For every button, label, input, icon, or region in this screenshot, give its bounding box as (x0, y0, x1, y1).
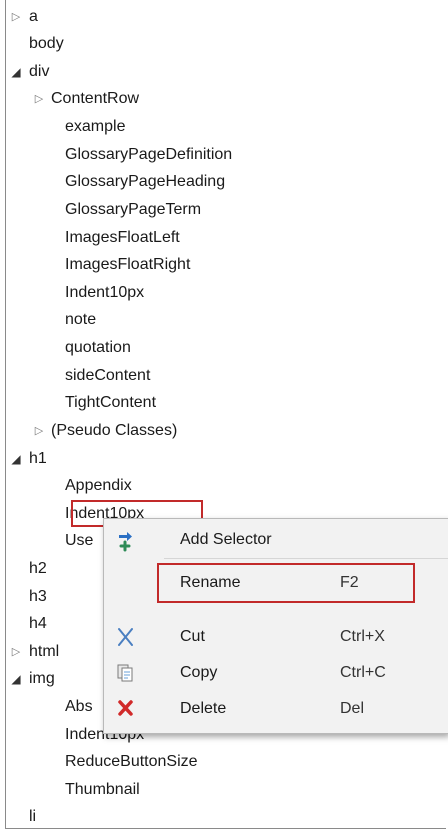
menu-item-shortcut: Del (340, 700, 365, 717)
tree-item-label: h1 (29, 450, 47, 467)
add-selector-icon (114, 522, 138, 558)
tree-item-label: ImagesFloatLeft (65, 229, 180, 246)
tree-item-label: ContentRow (51, 90, 140, 107)
tree-item-label: TightContent (65, 394, 157, 411)
cut-icon (114, 619, 138, 655)
menu-item-shortcut: Ctrl+C (340, 664, 386, 681)
menu-item-label: Copy (180, 664, 218, 681)
delete-icon (114, 691, 138, 727)
expand-arrow-icon[interactable]: ▷ (10, 5, 22, 29)
rename-highlight (157, 563, 415, 603)
expand-arrow-icon[interactable]: ▷ (10, 640, 22, 664)
collapse-arrow-icon[interactable]: ◢ (10, 60, 22, 84)
tree-item-label: quotation (65, 339, 131, 356)
collapse-arrow-icon[interactable]: ◢ (10, 667, 22, 691)
tree-item-label: sideContent (65, 367, 151, 384)
tree-item-label: img (29, 670, 55, 687)
tree-item-label: h2 (29, 560, 47, 577)
tree-item-label: h4 (29, 615, 47, 632)
menu-item-cut[interactable]: Cut Ctrl+X (104, 619, 448, 655)
collapse-arrow-icon[interactable]: ◢ (10, 447, 22, 471)
menu-item-label: Cut (180, 628, 205, 645)
tree-item-label: GlossaryPageDefinition (65, 146, 233, 163)
tree-item-label: Use (65, 532, 94, 549)
tree-item-label: html (29, 643, 60, 660)
tree-item-label: li (29, 808, 37, 825)
menu-item-shortcut: Ctrl+X (340, 628, 385, 645)
tree-item-label: ReduceButtonSize (65, 753, 198, 770)
tree-item-label: ImagesFloatRight (65, 256, 191, 273)
menu-item-label: Delete (180, 700, 227, 717)
tree-item-label: a (29, 8, 38, 25)
menu-item-delete[interactable]: Delete Del (104, 691, 448, 727)
context-menu: Add Selector Rename F2 Cut Ctrl+X Copy C… (103, 518, 448, 734)
tree-item-label: Thumbnail (65, 781, 140, 798)
expand-arrow-icon[interactable]: ▷ (33, 87, 45, 111)
menu-item-label: Add Selector (180, 531, 272, 548)
tree-item-label: GlossaryPageHeading (65, 173, 226, 190)
tree-item-label: example (65, 118, 126, 135)
tree-item-label: note (65, 311, 97, 328)
tree-item-label: Abs (65, 698, 93, 715)
tree-item-label: Indent10px (65, 284, 145, 301)
tree-item-label: body (29, 35, 64, 52)
menu-item-add-selector[interactable]: Add Selector (104, 522, 448, 558)
tree-item-label: h3 (29, 588, 47, 605)
tree-item-label: (Pseudo Classes) (51, 422, 178, 439)
copy-icon (114, 655, 138, 691)
menu-item-copy[interactable]: Copy Ctrl+C (104, 655, 448, 691)
menu-separator (164, 558, 448, 559)
tree-item-label: Appendix (65, 477, 132, 494)
tree-item-label: div (29, 63, 50, 80)
tree-item-label: GlossaryPageTerm (65, 201, 202, 218)
expand-arrow-icon[interactable]: ▷ (33, 419, 45, 443)
